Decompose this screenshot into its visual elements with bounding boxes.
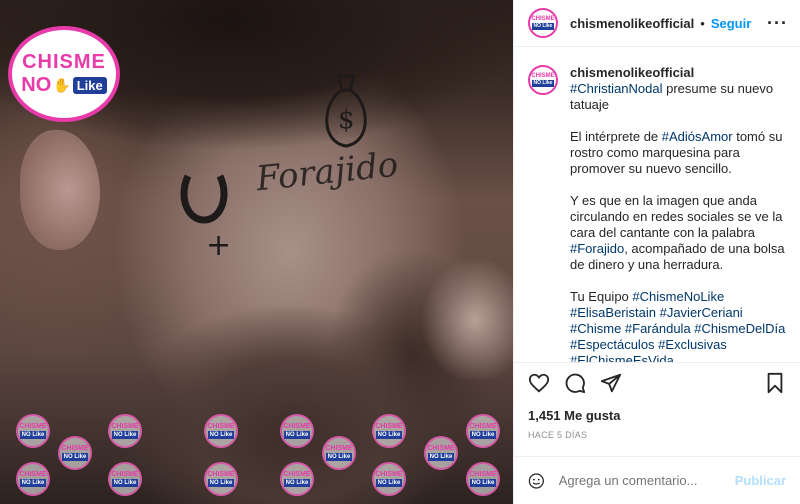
comment-input[interactable] (558, 473, 735, 488)
watermark-logo: CHISME NO Like (372, 462, 406, 496)
watermark-logo: CHISME NO Like (280, 414, 314, 448)
post-comment-button[interactable]: Publicar (735, 473, 786, 488)
likes-count[interactable]: 1,451 Me gusta (514, 402, 800, 426)
watermark-logo: CHISME NO Like (466, 414, 500, 448)
separator-dot: • (700, 15, 705, 31)
header-username[interactable]: chismenolikeofficial (570, 16, 694, 31)
watermark-logo: CHISME NO Like (108, 462, 142, 496)
watermark-logo: CHISME NO Like (280, 462, 314, 496)
post-side-panel: CHISME NO Like chismenolikeofficial • Seg… (513, 0, 800, 504)
hashtag-link[interactable]: #AdiósAmor (662, 129, 733, 144)
caption-line: Y es que en la imagen que anda circuland… (570, 193, 783, 240)
avatar[interactable]: CHISME NO Like (528, 8, 558, 38)
post-date[interactable]: HACE 5 DÍAS (514, 426, 800, 456)
watermark-logo: CHISME NO Like (466, 462, 500, 496)
hashtag-link[interactable]: #Forajido (570, 241, 624, 256)
watermark-logo: CHISME NO Like (204, 414, 238, 448)
logo-no: NO (21, 73, 52, 96)
watermark-logo: CHISME NO Like (16, 414, 50, 448)
post-header: CHISME NO Like chismenolikeofficial • Seg… (514, 0, 800, 47)
hashtag-link[interactable]: #ChristianNodal (570, 81, 663, 96)
more-options-icon[interactable]: ··· (767, 13, 788, 34)
thumbs-icon: ✋ (53, 76, 71, 93)
action-bar (514, 362, 800, 402)
bookmark-icon[interactable] (764, 372, 786, 394)
logo-line1: CHISME (22, 50, 106, 73)
watermark-logo: CHISME NO Like (108, 414, 142, 448)
logo-like: Like (72, 76, 107, 94)
watermark-logo: CHISME NO Like (204, 462, 238, 496)
ear (20, 130, 100, 250)
money-bag-tattoo: $ (325, 74, 367, 148)
caption-username[interactable]: chismenolikeofficial (570, 65, 694, 80)
watermark-logo: CHISME NO Like (322, 436, 356, 470)
watermark-logo: CHISME NO Like (372, 414, 406, 448)
caption-area: CHISME NO Like chismenolikeofficial #Chri… (514, 47, 800, 362)
svg-text:$: $ (338, 105, 355, 135)
heart-icon[interactable] (528, 372, 550, 394)
logo-line2: NO ✋ Like (21, 73, 107, 97)
watermark-logo: CHISME NO Like (58, 436, 92, 470)
watermark-logo: CHISME NO Like (424, 436, 458, 470)
caption-text: chismenolikeofficial #ChristianNodal pre… (570, 65, 786, 362)
follow-button[interactable]: Seguir (711, 16, 751, 31)
emoji-icon[interactable] (528, 470, 545, 492)
forajido-tattoo: Forajido (254, 144, 401, 200)
chismenolike-logo: CHISME NO ✋ Like (8, 26, 120, 122)
watermark-logo: CHISME NO Like (16, 462, 50, 496)
horseshoe-tattoo (180, 174, 228, 224)
comment-icon[interactable] (564, 372, 586, 394)
share-icon[interactable] (600, 372, 622, 394)
cross-tattoo: + (206, 228, 232, 263)
caption-line: Tu Equipo (570, 289, 633, 304)
caption-line: El intérprete de (570, 129, 662, 144)
post-image[interactable]: $ Forajido + CHISME NO ✋ Like CHISME NO L… (0, 0, 513, 504)
comment-box: Publicar (514, 456, 800, 504)
caption-avatar[interactable]: CHISME NO Like (528, 65, 558, 95)
